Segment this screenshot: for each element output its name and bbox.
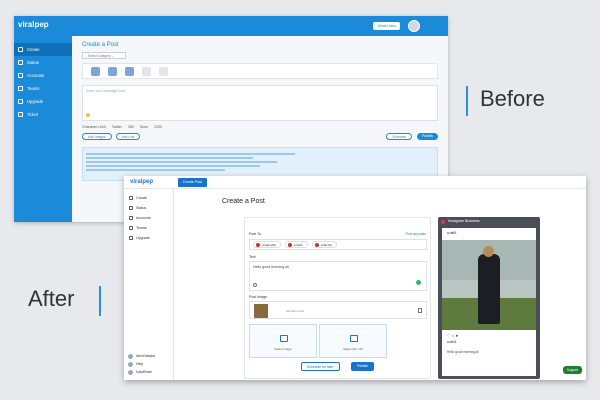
after-nav-accounts[interactable]: Accounts (124, 213, 173, 223)
accounts-icon (18, 73, 23, 78)
help-link[interactable]: Help (128, 360, 172, 368)
after-nav-create[interactable]: Create (124, 193, 173, 203)
schedule-later-button[interactable]: Schedule for later (301, 362, 340, 371)
account-avatar[interactable] (91, 66, 100, 76)
video-icon (350, 335, 358, 342)
avatar[interactable] (408, 20, 420, 32)
image-icon (280, 335, 288, 342)
after-nav-upgrade[interactable]: Upgrade (124, 233, 173, 243)
whats-new-button[interactable]: What's New (373, 22, 400, 30)
account-avatar[interactable] (125, 66, 134, 76)
avatar (128, 353, 133, 359)
help-icon (128, 361, 133, 367)
account-avatar (256, 242, 260, 247)
create-icon (18, 47, 23, 52)
account-avatar (287, 242, 292, 247)
emoji-icon[interactable] (86, 113, 90, 117)
after-sidebar-bottom: AlexZaleska Help KalaRowe (128, 352, 172, 376)
after-label: After (28, 286, 75, 311)
preview-header: Instagram Business (438, 217, 540, 226)
post-text-input[interactable]: Hello good morning all (249, 261, 427, 291)
accounts-icon (129, 216, 133, 220)
before-page-title: Create a Post (82, 42, 119, 48)
add-account-icon[interactable] (142, 66, 151, 76)
post-form: Post To Find accounts viralpep99 a.dell1… (244, 217, 431, 379)
account-chip[interactable]: viralpep99 (253, 241, 281, 248)
preview-username: a.dell1 (447, 231, 457, 235)
account-chip[interactable]: viralchef (311, 241, 337, 248)
before-nav: Create Status Accounts Teams Upgrade Tic… (14, 43, 72, 121)
workspace-switcher[interactable]: AlexZaleska (128, 352, 172, 360)
image-thumbnail (254, 304, 268, 318)
before-nav-ticket[interactable]: Ticket (14, 108, 72, 121)
text-label: Text (249, 255, 256, 259)
teams-icon (18, 86, 23, 91)
category-select[interactable]: -- Select Category -- (82, 52, 126, 59)
status-icon (18, 60, 23, 65)
account-avatar (314, 242, 319, 247)
before-logo: viralpep (18, 20, 49, 29)
before-nav-upgrade[interactable]: Upgrade (14, 95, 72, 108)
select-gif-video-button[interactable]: Select Gif / Vid (319, 324, 387, 358)
grammar-icon (416, 280, 421, 285)
select-image-button[interactable]: Select image (249, 324, 317, 358)
before-topbar: What's New (72, 16, 448, 36)
before-label: Before (480, 86, 545, 111)
after-page-title: Create a Post (222, 198, 265, 205)
character-limit: Character Limit Twitter 280 Store 2200 (82, 125, 163, 129)
after-main: Create a Post Post To Find accounts vira… (174, 189, 586, 380)
trash-icon[interactable] (418, 308, 422, 313)
before-nav-status[interactable]: Status (14, 56, 72, 69)
ticket-icon (18, 112, 23, 117)
add-account-icon[interactable] (159, 66, 168, 76)
post-image-label: Post Image (249, 295, 268, 299)
image-name: sample name (286, 309, 305, 313)
user-menu[interactable]: KalaRowe (128, 368, 172, 376)
after-logo: viralpep (130, 179, 154, 185)
support-button[interactable]: Support (562, 366, 582, 374)
post-image-row: sample name (249, 301, 427, 319)
avatar (128, 369, 133, 375)
account-avatar[interactable] (108, 66, 117, 76)
message-input[interactable]: Enter your message here (82, 85, 438, 121)
preview-caption: Hello good morning all (447, 350, 479, 354)
add-link-button[interactable]: Add Link (115, 133, 141, 140)
preview-card: a.dell1 ♡ ○ ➤ a.dell1 Hello good morning… (442, 228, 536, 376)
after-screenshot: viralpep Create Post Create Status Accou… (124, 176, 586, 380)
after-label-bar (99, 286, 101, 316)
preview-likes: a.dell1 (447, 340, 457, 344)
instagram-preview: Instagram Business a.dell1 ♡ ○ ➤ a.dell1… (438, 217, 540, 379)
after-topbar: viralpep Create Post (124, 176, 586, 189)
after-sidebar: Create Status Accounts Teams Upgrade Ale… (124, 189, 174, 380)
account-chip[interactable]: a.dell1 (284, 241, 308, 248)
preview-photo (442, 240, 536, 330)
after-nav-teams[interactable]: Teams (124, 223, 173, 233)
before-actions: Add Images Add Link Schedule Publish (82, 133, 438, 141)
publish-button[interactable]: Publish (417, 133, 438, 140)
emoji-icon[interactable] (253, 283, 257, 287)
after-nav-status[interactable]: Status (124, 203, 173, 213)
before-sidebar: viralpep Create Status Accounts Teams Up… (14, 16, 72, 222)
upgrade-icon (18, 99, 23, 104)
publish-button[interactable]: Publish (351, 362, 375, 371)
schedule-button[interactable]: Schedule (386, 133, 412, 140)
heart-icon: ♡ ○ ➤ (447, 333, 459, 338)
create-post-button[interactable]: Create Post (178, 178, 207, 187)
status-icon (129, 206, 133, 210)
before-nav-accounts[interactable]: Accounts (14, 69, 72, 82)
before-nav-create[interactable]: Create (14, 43, 72, 56)
before-nav-teams[interactable]: Teams (14, 82, 72, 95)
instagram-icon (441, 219, 445, 224)
account-picker (82, 63, 438, 79)
create-icon (129, 196, 133, 200)
post-to-label: Post To (249, 232, 261, 236)
find-accounts-link[interactable]: Find accounts (405, 232, 426, 236)
teams-icon (129, 226, 133, 230)
add-images-button[interactable]: Add Images (82, 133, 112, 140)
upgrade-icon (129, 236, 133, 240)
account-chips[interactable]: viralpep99 a.dell1 viralchef (249, 239, 427, 250)
before-label-bar (466, 86, 468, 116)
